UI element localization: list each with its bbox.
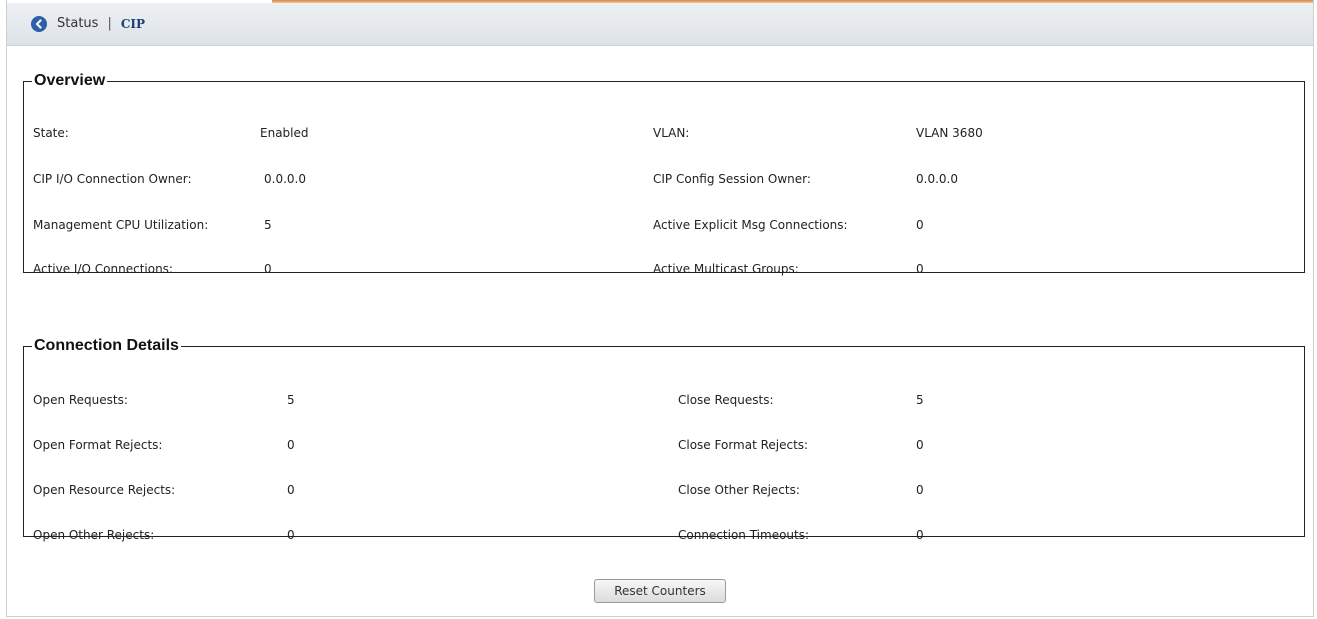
breadcrumb: Status | CIP xyxy=(7,3,1313,46)
overview-title: Overview xyxy=(34,72,106,89)
connection-timeouts-label: Connection Timeouts: xyxy=(678,528,810,542)
open-requests-label: Open Requests: xyxy=(33,393,128,407)
io-connection-owner-value: 0.0.0.0 xyxy=(264,172,306,186)
vlan-value: VLAN 3680 xyxy=(916,126,983,140)
config-session-owner-value: 0.0.0.0 xyxy=(916,172,958,186)
page-title: CIP xyxy=(120,17,146,31)
cip-status-page: Status | CIP Overview State: Enabled VLA… xyxy=(6,0,1314,617)
cpu-utilization-label: Management CPU Utilization: xyxy=(33,218,209,232)
open-format-rejects-label: Open Format Rejects: xyxy=(33,438,163,452)
connection-details-title: Connection Details xyxy=(34,337,179,354)
explicit-msg-connections-label: Active Explicit Msg Connections: xyxy=(653,218,848,232)
open-format-rejects-value: 0 xyxy=(287,438,295,452)
cpu-utilization-value: 5 xyxy=(264,218,272,232)
multicast-groups-value: 0 xyxy=(916,262,924,276)
open-other-rejects-value: 0 xyxy=(287,528,295,542)
open-requests-value: 5 xyxy=(287,393,295,407)
close-requests-label: Close Requests: xyxy=(678,393,774,407)
io-connections-value: 0 xyxy=(264,262,272,276)
open-resource-rejects-value: 0 xyxy=(287,483,295,497)
io-connections-label: Active I/O Connections: xyxy=(33,262,173,276)
open-resource-rejects-label: Open Resource Rejects: xyxy=(33,483,176,497)
breadcrumb-separator: | xyxy=(107,16,112,31)
close-other-rejects-label: Close Other Rejects: xyxy=(678,483,800,497)
back-arrow-icon[interactable] xyxy=(31,16,47,32)
breadcrumb-status-link[interactable]: Status xyxy=(57,16,98,32)
state-label: State: xyxy=(33,126,69,140)
config-session-owner-label: CIP Config Session Owner: xyxy=(653,172,811,186)
multicast-groups-label: Active Multicast Groups: xyxy=(653,262,799,276)
vlan-label: VLAN: xyxy=(653,126,690,140)
state-value: Enabled xyxy=(260,126,309,140)
connection-details-section: Connection Details Open Requests: 5 Clos… xyxy=(23,337,1305,542)
open-other-rejects-label: Open Other Rejects: xyxy=(33,528,155,542)
close-format-rejects-label: Close Format Rejects: xyxy=(678,438,809,452)
explicit-msg-connections-value: 0 xyxy=(916,218,924,232)
connection-timeouts-value: 0 xyxy=(916,528,924,542)
overview-section: Overview State: Enabled VLAN: VLAN 3680 … xyxy=(23,72,1305,276)
close-requests-value: 5 xyxy=(916,393,924,407)
close-format-rejects-value: 0 xyxy=(916,438,924,452)
io-connection-owner-label: CIP I/O Connection Owner: xyxy=(33,172,192,186)
close-other-rejects-value: 0 xyxy=(916,483,924,497)
reset-counters-button[interactable]: Reset Counters xyxy=(594,579,726,603)
